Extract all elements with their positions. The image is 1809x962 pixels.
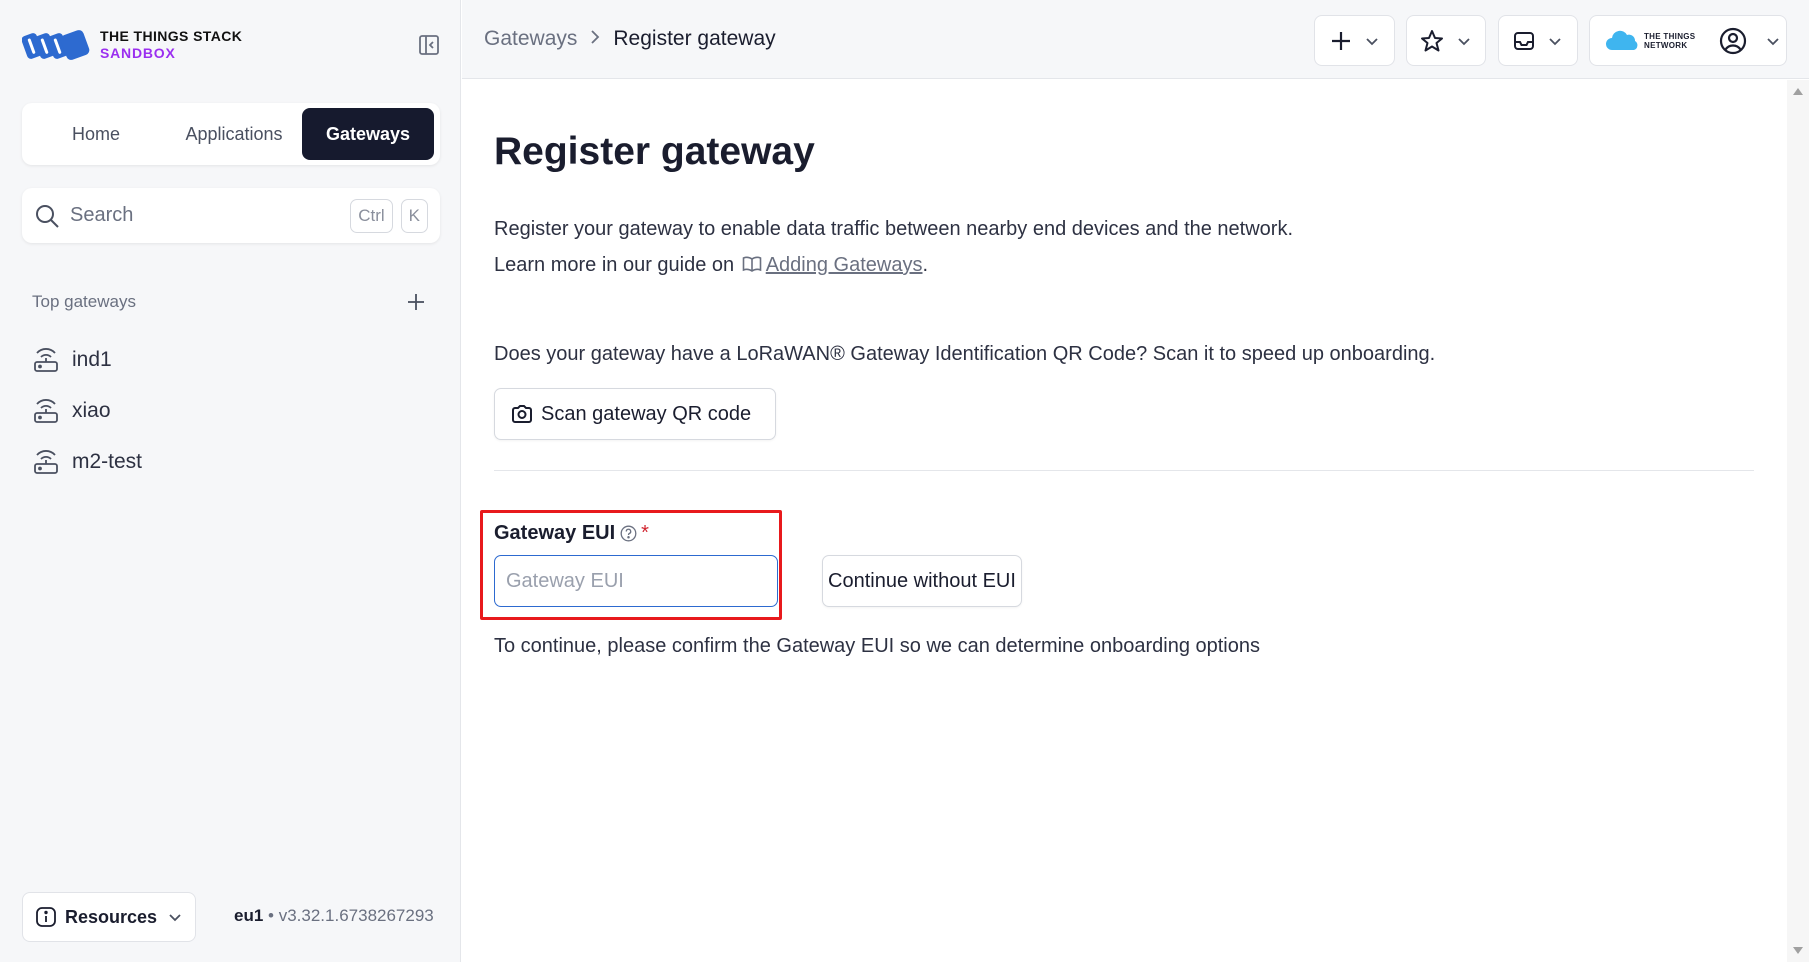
breadcrumb-current: Register gateway <box>613 27 776 50</box>
resources-label: Resources <box>65 906 158 927</box>
breadcrumb-separator-icon <box>589 27 601 51</box>
main-content: Register gateway Register your gateway t… <box>462 80 1787 962</box>
chevron-down-icon <box>1549 37 1561 45</box>
book-icon <box>742 256 762 272</box>
intro-line2-suffix: . <box>922 254 929 276</box>
scan-qr-code-button[interactable]: Scan gateway QR code <box>494 388 776 440</box>
ttn-logo-line1: THE THINGS <box>1644 31 1696 41</box>
app-root: THE THINGS STACK SANDBOX Home Applicatio… <box>0 0 1809 962</box>
help-icon[interactable] <box>620 525 637 542</box>
star-icon <box>1421 29 1443 51</box>
version-separator: • <box>268 906 274 925</box>
main-nav-tabs: Home Applications Gateways <box>22 103 440 165</box>
version-info: eu1 • v3.32.1.6738267293 <box>234 906 434 926</box>
breadcrumb: Gateways Register gateway <box>484 27 776 51</box>
notifications-menu-button[interactable] <box>1498 15 1578 66</box>
ttn-logo: THE THINGS NETWORK <box>1604 30 1695 52</box>
gateway-eui-label-text: Gateway EUI <box>494 522 616 544</box>
ttn-logo-text: THE THINGS NETWORK <box>1644 32 1695 50</box>
scroll-down-arrow-icon[interactable] <box>1793 947 1803 954</box>
info-icon <box>36 907 56 927</box>
plus-icon <box>408 294 424 310</box>
plus-icon <box>1331 31 1350 50</box>
gateway-router-icon <box>34 398 58 423</box>
add-menu-button[interactable] <box>1314 15 1395 66</box>
brand-logo[interactable]: THE THINGS STACK SANDBOX <box>22 26 242 64</box>
sidebar: THE THINGS STACK SANDBOX Home Applicatio… <box>0 0 461 962</box>
gateway-eui-label: Gateway EUI * <box>494 522 649 545</box>
brand-line1: THE THINGS STACK <box>100 28 243 44</box>
shortcut-key-ctrl: Ctrl <box>350 198 393 233</box>
chevron-down-icon <box>1365 37 1378 45</box>
sidebar-collapse-button[interactable] <box>416 32 442 58</box>
required-asterisk: * <box>641 522 649 544</box>
top-gateways-title: Top gateways <box>32 292 136 311</box>
search-input[interactable]: Search Ctrl K <box>22 188 440 243</box>
chevron-down-icon <box>1767 37 1780 45</box>
sidebar-item-gateway-m2-test[interactable]: m2-test <box>32 436 432 487</box>
ttn-cloud-icon <box>1606 30 1638 50</box>
top-gateways-list: ind1 xiao m2-test <box>32 334 432 487</box>
sidebar-collapse-icon <box>419 35 439 55</box>
sidebar-item-label: ind1 <box>72 347 112 371</box>
search-placeholder: Search <box>70 204 134 226</box>
brand-text: THE THINGS STACK SANDBOX <box>100 28 242 62</box>
sidebar-item-label: m2-test <box>72 449 143 473</box>
things-stack-logo-icon <box>22 30 90 60</box>
brand-line2: SANDBOX <box>100 45 176 61</box>
adding-gateways-link[interactable]: Adding Gateways <box>766 254 923 276</box>
intro-line2-prefix: Learn more in our guide on <box>494 254 735 276</box>
intro-text: Register your gateway to enable data tra… <box>494 211 1293 283</box>
account-menu-button[interactable]: THE THINGS NETWORK <box>1589 15 1787 66</box>
main-scrollbar[interactable] <box>1787 80 1809 962</box>
top-header: Gateways Register gateway THE THINGS NET… <box>462 0 1809 79</box>
chevron-down-icon <box>1458 37 1470 45</box>
section-divider <box>494 470 1754 471</box>
sidebar-item-label: xiao <box>72 398 111 422</box>
qr-question-text: Does your gateway have a LoRaWAN® Gatewa… <box>494 343 1436 365</box>
scan-qr-code-label: Scan gateway QR code <box>541 402 752 425</box>
version-number: v3.32.1.6738267293 <box>278 906 434 925</box>
bookmarks-menu-button[interactable] <box>1406 15 1486 66</box>
camera-icon <box>512 405 532 423</box>
scroll-up-arrow-icon[interactable] <box>1793 88 1803 95</box>
intro-line2: Learn more in our guide on Adding Gatewa… <box>494 247 1293 283</box>
cluster-name: eu1 <box>234 906 264 925</box>
nav-tab-home[interactable]: Home <box>26 108 166 160</box>
nav-tab-applications[interactable]: Applications <box>166 108 302 160</box>
user-avatar-icon <box>1720 27 1747 54</box>
onboarding-hint-text: To continue, please confirm the Gateway … <box>494 635 1260 657</box>
gateway-router-icon <box>34 449 58 474</box>
intro-line1: Register your gateway to enable data tra… <box>494 218 1294 240</box>
breadcrumb-gateways-link[interactable]: Gateways <box>484 27 577 51</box>
inbox-icon <box>1514 31 1534 50</box>
add-gateway-button[interactable] <box>404 290 428 314</box>
page-title: Register gateway <box>494 130 815 173</box>
gateway-router-icon <box>34 347 58 372</box>
gateway-eui-input[interactable] <box>494 555 778 607</box>
chevron-down-icon <box>169 914 181 922</box>
shortcut-key-k: K <box>400 198 428 233</box>
nav-tab-gateways[interactable]: Gateways <box>302 108 434 160</box>
ttn-logo-line2: NETWORK <box>1644 40 1688 50</box>
continue-without-eui-button[interactable]: Continue without EUI <box>822 555 1022 607</box>
sidebar-item-gateway-xiao[interactable]: xiao <box>32 385 432 436</box>
sidebar-item-gateway-ind1[interactable]: ind1 <box>32 334 432 385</box>
resources-dropdown[interactable]: Resources <box>22 892 196 942</box>
top-gateways-header: Top gateways <box>32 290 428 314</box>
search-icon <box>36 204 59 228</box>
